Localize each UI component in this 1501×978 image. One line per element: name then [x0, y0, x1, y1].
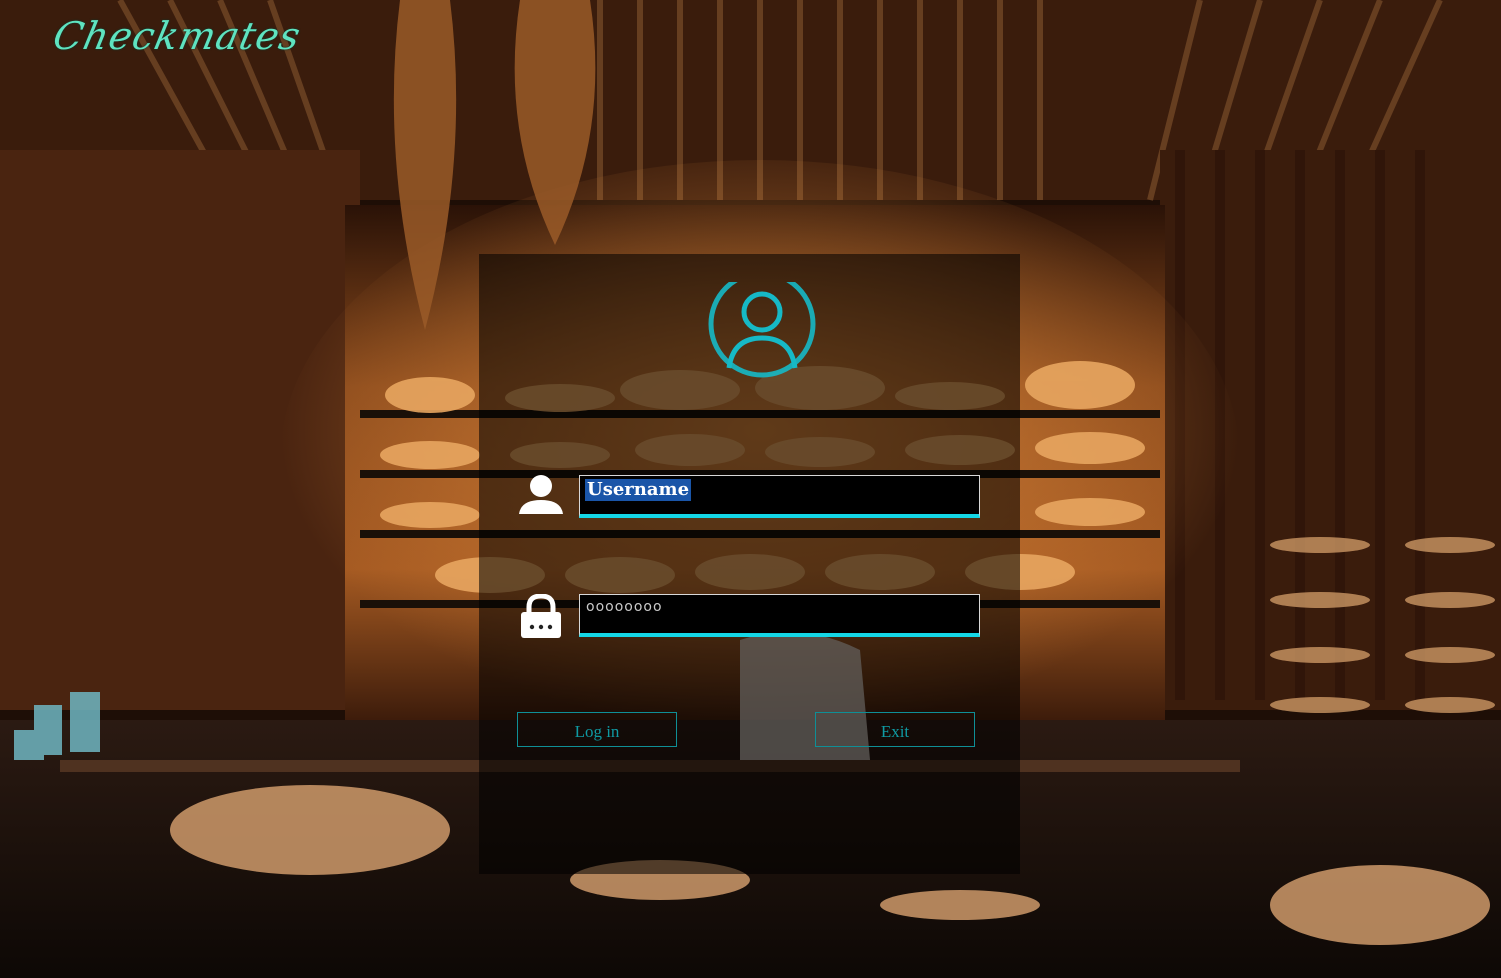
- username-field[interactable]: Username: [579, 475, 980, 518]
- user-circle-icon: [708, 282, 816, 378]
- password-mask[interactable]: oooooooo: [586, 599, 663, 615]
- exit-button[interactable]: Exit: [815, 712, 975, 747]
- login-screen: Checkmates Username oooooooo Log in Exit: [0, 0, 1501, 978]
- lock-icon: [521, 594, 561, 638]
- login-button[interactable]: Log in: [517, 712, 677, 747]
- login-panel: Username oooooooo Log in Exit: [479, 254, 1020, 874]
- user-icon: [519, 475, 563, 514]
- username-value[interactable]: Username: [585, 479, 692, 501]
- password-field[interactable]: oooooooo: [579, 594, 980, 637]
- app-title: Checkmates: [49, 14, 305, 58]
